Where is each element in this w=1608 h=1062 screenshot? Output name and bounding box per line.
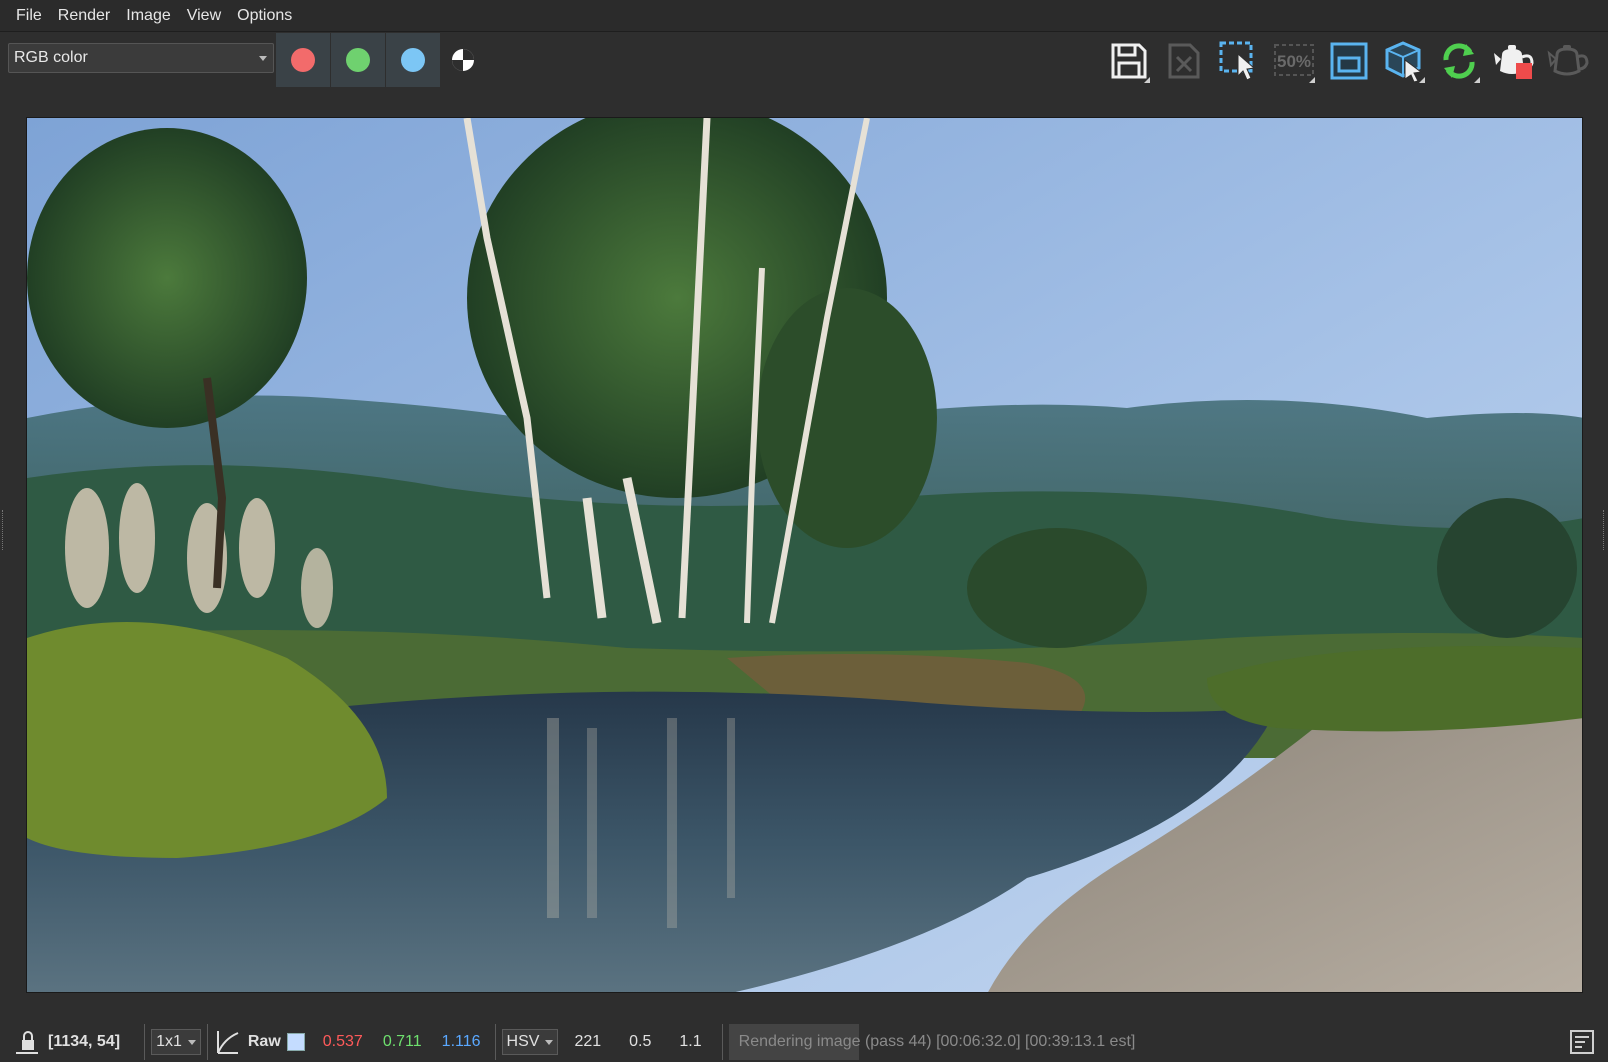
saturation-value: 0.5 [629,1033,652,1050]
color-correction-icon[interactable] [214,1029,240,1055]
render-viewport [0,90,1608,1014]
status-bar: [1134, 54] 1x1 Raw 0.537 0.711 1.116 HSV… [0,1022,1608,1062]
dropdown-corner-icon [1419,77,1425,83]
separator [494,1024,496,1060]
render-teapot-icon [1494,45,1534,79]
toolbar: RGB color 50% [0,33,1608,89]
zoom-50-icon: 50% [1274,44,1314,76]
select-object-button[interactable] [1381,37,1427,85]
separator [144,1024,146,1060]
frame-buffer-button[interactable] [1326,37,1372,85]
menu-image[interactable]: Image [118,0,178,32]
green-channel-button[interactable] [331,33,385,87]
raw-label: Raw [247,1033,281,1050]
pixel-color-swatch [286,1033,305,1051]
render-progress: Rendering image (pass 44) [00:06:32.0] [… [728,1024,1149,1060]
select-object-icon [1385,41,1423,82]
region-select-icon [1219,41,1256,81]
dropdown-corner-icon [1309,77,1315,83]
chevron-down-icon [259,56,267,61]
red-channel-icon [291,48,315,72]
zoom-50-label: 50% [1277,52,1311,71]
half-resolution-button[interactable]: 50% [1271,37,1317,85]
dropdown-corner-icon [1144,77,1150,83]
channel-toggle-group [276,33,441,87]
blue-value: 1.116 [441,1033,481,1050]
alpha-channel-button[interactable] [450,47,476,73]
alpha-channel-icon [452,49,474,71]
red-value: 0.537 [322,1033,363,1050]
separator [206,1024,208,1060]
left-panel-grip[interactable] [2,510,5,550]
sample-size-value: 1x1 [156,1033,182,1050]
region-render-button[interactable] [1216,37,1262,85]
interactive-render-button[interactable] [1436,37,1482,85]
render-progress-text: Rendering image (pass 44) [00:06:32.0] [… [738,1033,1136,1050]
chevron-down-icon [545,1039,554,1045]
menu-render[interactable]: Render [50,0,118,32]
color-space-select[interactable]: HSV [501,1029,559,1055]
green-channel-icon [346,48,370,72]
chevron-down-icon [187,1039,196,1045]
menu-file[interactable]: File [8,0,50,32]
save-icon [1111,43,1147,79]
render-last-button[interactable] [1546,37,1592,85]
rendered-image[interactable] [26,117,1583,993]
menu-view[interactable]: View [179,0,229,32]
menu-options[interactable]: Options [229,0,300,32]
lock-icon[interactable] [14,1029,40,1055]
color-space-value: HSV [506,1033,540,1050]
render-tools: 50% [1097,37,1592,85]
blue-channel-button[interactable] [386,33,440,87]
pixel-coordinates: [1134, 54] [48,1033,121,1050]
sample-size-select[interactable]: 1x1 [151,1029,201,1055]
teapot-icon [1547,45,1589,76]
log-panel-icon[interactable] [1570,1030,1594,1054]
clear-icon [1168,43,1200,79]
green-value: 0.711 [382,1033,422,1050]
menu-bar: File Render Image View Options [0,0,1608,32]
frame-icon [1330,42,1368,80]
landscape-render [27,118,1582,992]
blue-channel-icon [401,48,425,72]
red-channel-button[interactable] [276,33,330,87]
channel-mode-value: RGB color [14,49,88,66]
refresh-icon [1443,43,1475,79]
save-image-button[interactable] [1106,37,1152,85]
right-panel-grip[interactable] [1603,510,1606,550]
separator [721,1024,723,1060]
clear-image-button[interactable] [1161,37,1207,85]
dropdown-corner-icon [1474,77,1480,83]
render-button[interactable] [1491,37,1537,85]
value-value: 1.1 [679,1033,702,1050]
hue-value: 221 [574,1033,602,1050]
channel-mode-select[interactable]: RGB color [8,43,274,73]
